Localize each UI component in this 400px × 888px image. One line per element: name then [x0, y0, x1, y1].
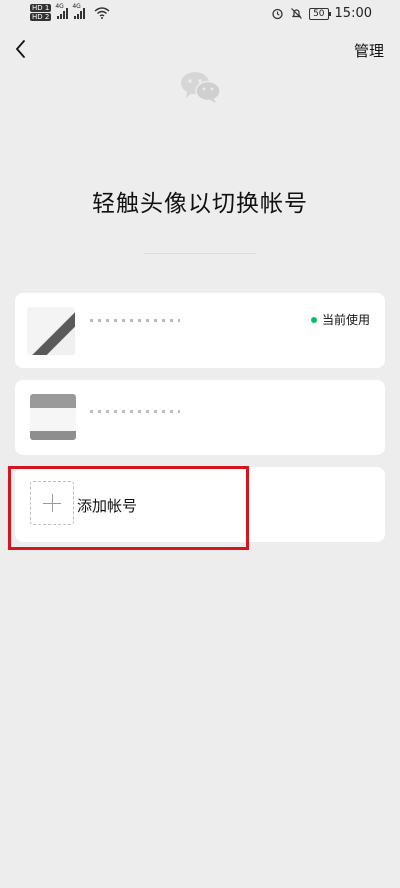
masked-account-name [90, 410, 180, 413]
status-time: 15:00 [334, 6, 372, 21]
mute-bell-icon [291, 8, 303, 19]
network-label-1: 4G [55, 2, 64, 10]
masked-account-name [90, 319, 180, 322]
manage-button[interactable]: 管理 [354, 40, 384, 61]
signal-icon-2: 4G [72, 3, 86, 19]
active-dot-icon [310, 316, 317, 323]
sim-badges: HD 1 HD 2 [30, 4, 52, 21]
back-chevron-icon[interactable] [12, 38, 30, 60]
alarm-icon [272, 8, 283, 20]
add-account-label: 添加帐号 [77, 497, 138, 515]
avatar[interactable] [27, 307, 75, 355]
current-account-indicator: 当前使用 [310, 311, 370, 328]
page-title: 轻触头像以切换帐号 [92, 191, 308, 217]
wechat-logo-icon [181, 72, 221, 103]
status-left-cluster: HD 1 HD 2 4G 4G [30, 3, 110, 21]
signal-icon: 4G [55, 3, 69, 19]
wifi-icon [94, 6, 110, 19]
current-status-label: 当前使用 [321, 313, 370, 327]
network-label-2: 4G [72, 2, 81, 10]
title-divider [144, 253, 256, 254]
account-card-current[interactable]: 当前使用 [15, 293, 385, 368]
plus-icon[interactable] [30, 481, 74, 525]
avatar[interactable] [30, 394, 76, 440]
add-account-button[interactable]: 添加帐号 [15, 467, 385, 542]
sim2-badge: HD 2 [30, 13, 52, 21]
status-bar: HD 1 HD 2 4G 4G 50 15:00 [0, 0, 400, 28]
battery-icon: 50 [309, 7, 332, 20]
account-card-other[interactable] [15, 380, 385, 455]
sim1-badge: HD 1 [30, 4, 52, 12]
status-right-cluster: 50 15:00 [271, 6, 372, 21]
